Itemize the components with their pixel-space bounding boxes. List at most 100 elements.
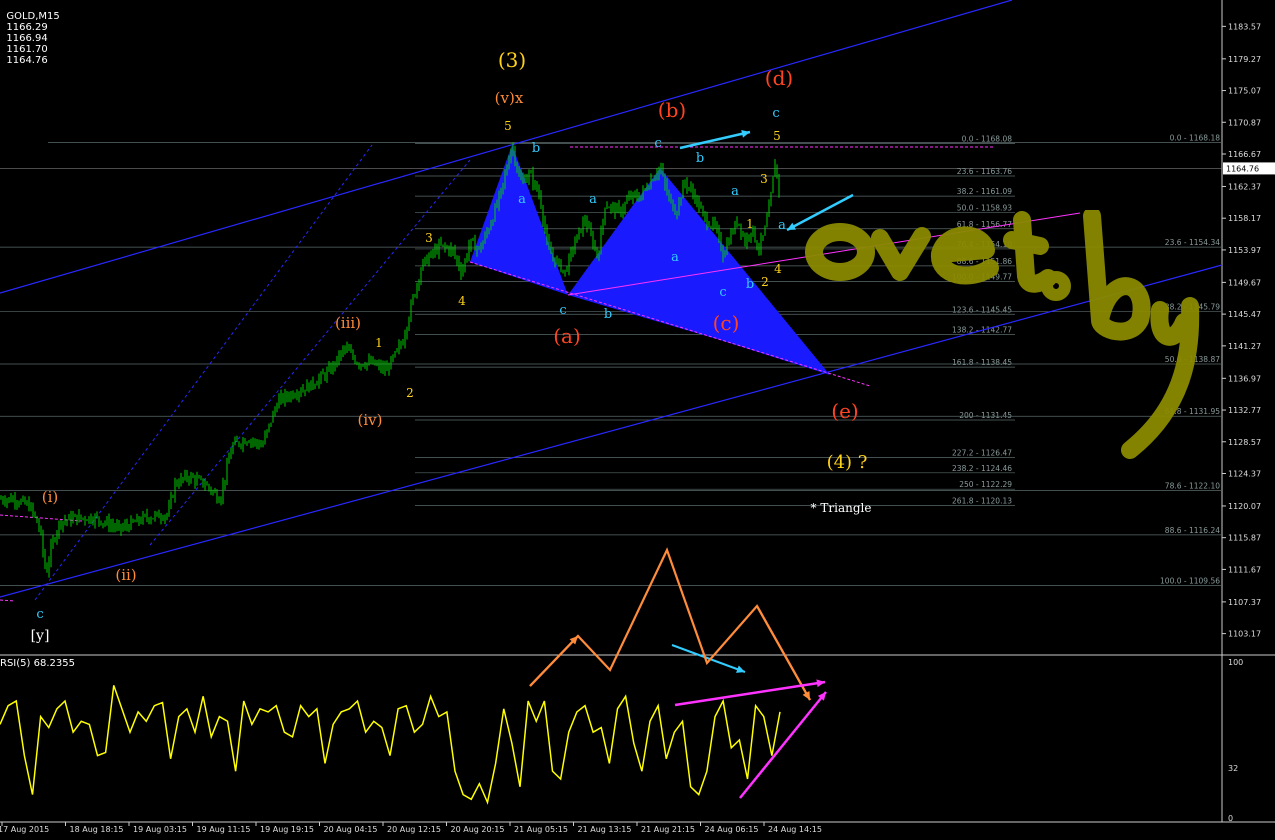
wave-label: a: [518, 192, 526, 207]
wave-label: 5: [504, 119, 512, 133]
wave-label: c: [654, 136, 661, 151]
fib-level-label-right: 100.0 - 1109.56: [1160, 576, 1220, 585]
wave-label: (d): [765, 66, 793, 90]
time-tick-label: 20 Aug 04:15: [324, 825, 378, 834]
price-tick-label: 1175.07: [1228, 87, 1261, 96]
current-price-label: 1164.76: [1226, 164, 1259, 173]
price-tick-label: 1120.07: [1228, 502, 1261, 511]
wave-label: 3: [760, 172, 768, 186]
price-tick-label: 1141.27: [1228, 342, 1261, 351]
fib-level-label: 0.0 - 1168.08: [962, 134, 1013, 143]
wave-label: b: [532, 141, 540, 156]
wave-label: 1: [746, 217, 754, 231]
wave-label: 2: [406, 386, 414, 400]
time-tick-label: 18 Aug 18:15: [70, 825, 124, 834]
fib-level-label: 250 - 1122.29: [959, 480, 1012, 489]
fib-level-label: 38.2 - 1161.09: [957, 187, 1012, 196]
wave-label: a: [671, 250, 679, 265]
wave-label: [y]: [31, 628, 50, 644]
rsi-tick-label: 100: [1228, 658, 1243, 667]
rsi-tick-label: 32: [1228, 764, 1238, 773]
wave-label: (3): [498, 48, 526, 72]
wave-label: a: [589, 192, 597, 207]
wave-label: 3: [425, 231, 433, 245]
price-tick-label: 1107.37: [1228, 598, 1261, 607]
chart-header: GOLD,M15 1166.29 1166.94 1161.70 1164.76: [0, 0, 60, 66]
header-symbol: GOLD,M15: [6, 11, 60, 22]
price-tick-label: 1111.67: [1228, 565, 1261, 574]
wave-label: (iv): [358, 411, 383, 429]
wave-label: b: [696, 151, 704, 166]
fib-level-label-right: 0.0 - 1168.18: [1170, 134, 1221, 143]
wave-label: (b): [658, 98, 686, 122]
price-tick-label: 1128.57: [1228, 438, 1261, 447]
price-tick-label: 1153.97: [1228, 246, 1261, 255]
wave-label: (ii): [115, 566, 136, 584]
price-tick-label: 1103.17: [1228, 630, 1261, 639]
price-tick-label: 1166.67: [1228, 150, 1261, 159]
wave-label: (c): [713, 311, 740, 335]
wave-label: 4: [774, 262, 782, 276]
orange-arrow: [529, 635, 579, 687]
wave-label: b: [604, 307, 612, 322]
time-tick-label: 24 Aug 06:15: [705, 825, 759, 834]
wave-label: * Triangle: [811, 501, 872, 515]
time-tick-label: 20 Aug 20:15: [451, 825, 505, 834]
time-tick-label: 19 Aug 11:15: [197, 825, 251, 834]
time-tick-label: 24 Aug 14:15: [768, 825, 822, 834]
wave-label: (a): [553, 324, 581, 348]
header-close: 1164.76: [6, 55, 48, 66]
rsi-tick-label: 0: [1228, 814, 1233, 823]
header-high: 1166.94: [6, 33, 48, 44]
rsi-line: [0, 685, 781, 805]
price-tick-label: 1158.17: [1228, 214, 1261, 223]
wave-label: (i): [42, 488, 59, 506]
fib-level-label: 23.6 - 1163.76: [957, 167, 1012, 176]
wave-label: (iii): [335, 314, 361, 332]
rsi-header: RSI(5) 68.2355: [0, 658, 75, 669]
wave-label: 2: [761, 275, 769, 289]
wave-label: 4: [458, 294, 466, 308]
price-tick-label: 1179.27: [1228, 55, 1261, 64]
price-tick-label: 1149.67: [1228, 278, 1261, 287]
price-tick-label: 1183.57: [1228, 22, 1261, 31]
wave-label: c: [36, 607, 43, 622]
wave-label: b: [746, 277, 754, 292]
price-tick-label: 1170.87: [1228, 118, 1261, 127]
fib-level-label: 238.2 - 1124.46: [952, 464, 1012, 473]
time-tick-label: 21 Aug 05:15: [514, 825, 568, 834]
time-tick-label: 17 Aug 2015: [0, 825, 49, 834]
trend-line-dashed: [0, 599, 16, 602]
time-tick-label: 19 Aug 19:15: [260, 825, 314, 834]
wave-label: 1: [375, 336, 383, 350]
channel-line-dashed: [149, 159, 471, 546]
wave-label: a: [731, 184, 739, 199]
wave-label: c: [772, 106, 779, 121]
price-tick-label: 1145.47: [1228, 310, 1261, 319]
watermark: [805, 210, 1200, 459]
rsi-trend-arrow: [674, 680, 826, 707]
header-low: 1161.70: [6, 44, 48, 55]
wave-label: (v)x: [495, 89, 524, 107]
price-tick-label: 1162.37: [1228, 182, 1261, 191]
rsi-trend-arrow: [739, 691, 827, 799]
time-tick-label: 21 Aug 21:15: [641, 825, 695, 834]
trend-line-dashed: [0, 514, 83, 522]
wave-label: c: [719, 285, 726, 300]
time-tick-label: 19 Aug 03:15: [133, 825, 187, 834]
price-tick-label: 1115.87: [1228, 534, 1261, 543]
price-tick-label: 1132.77: [1228, 406, 1261, 415]
fib-level-label-right: 78.6 - 1122.10: [1165, 482, 1220, 491]
time-tick-label: 21 Aug 13:15: [578, 825, 632, 834]
wave-label: 5: [773, 129, 781, 143]
cyan-arrow: [671, 644, 746, 673]
wave-label: a: [778, 218, 786, 233]
header-open: 1166.29: [6, 22, 48, 33]
price-tick-label: 1124.37: [1228, 469, 1261, 478]
fib-level-label: 261.8 - 1120.13: [952, 497, 1012, 506]
fib-level-label-right: 88.6 - 1116.24: [1165, 526, 1220, 535]
wave-label: c: [559, 303, 566, 318]
cyan-arrow: [679, 130, 751, 150]
time-tick-label: 20 Aug 12:15: [387, 825, 441, 834]
price-tick-label: 1136.97: [1228, 374, 1261, 383]
